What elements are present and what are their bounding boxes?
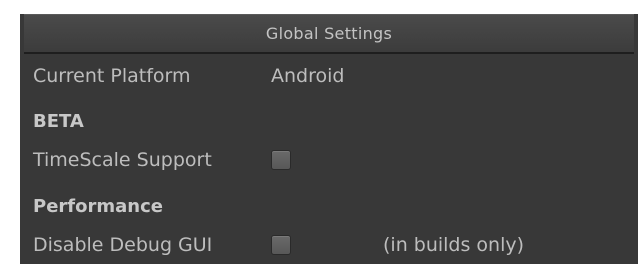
timescale-support-checkbox[interactable]: [271, 150, 291, 170]
disable-debug-gui-row: Disable Debug GUI (in builds only): [33, 230, 524, 260]
timescale-support-label: TimeScale Support: [33, 149, 212, 171]
debug-gui-builds-note: (in builds only): [383, 234, 525, 256]
performance-section-heading: Performance: [33, 195, 163, 217]
beta-section-row: BETA: [33, 106, 84, 136]
global-settings-panel: Global Settings Current Platform Android…: [20, 14, 638, 264]
global-settings-header[interactable]: Global Settings: [24, 14, 634, 54]
current-platform-label: Current Platform: [33, 65, 191, 87]
global-settings-title: Global Settings: [265, 24, 393, 43]
disable-debug-gui-label: Disable Debug GUI: [33, 234, 213, 256]
timescale-support-row: TimeScale Support: [33, 145, 291, 175]
current-platform-row: Current Platform Android: [33, 61, 344, 91]
disable-debug-gui-checkbox[interactable]: [271, 235, 291, 255]
performance-section-row: Performance: [33, 191, 163, 221]
beta-section-heading: BETA: [33, 110, 84, 132]
current-platform-value: Android: [271, 65, 345, 87]
